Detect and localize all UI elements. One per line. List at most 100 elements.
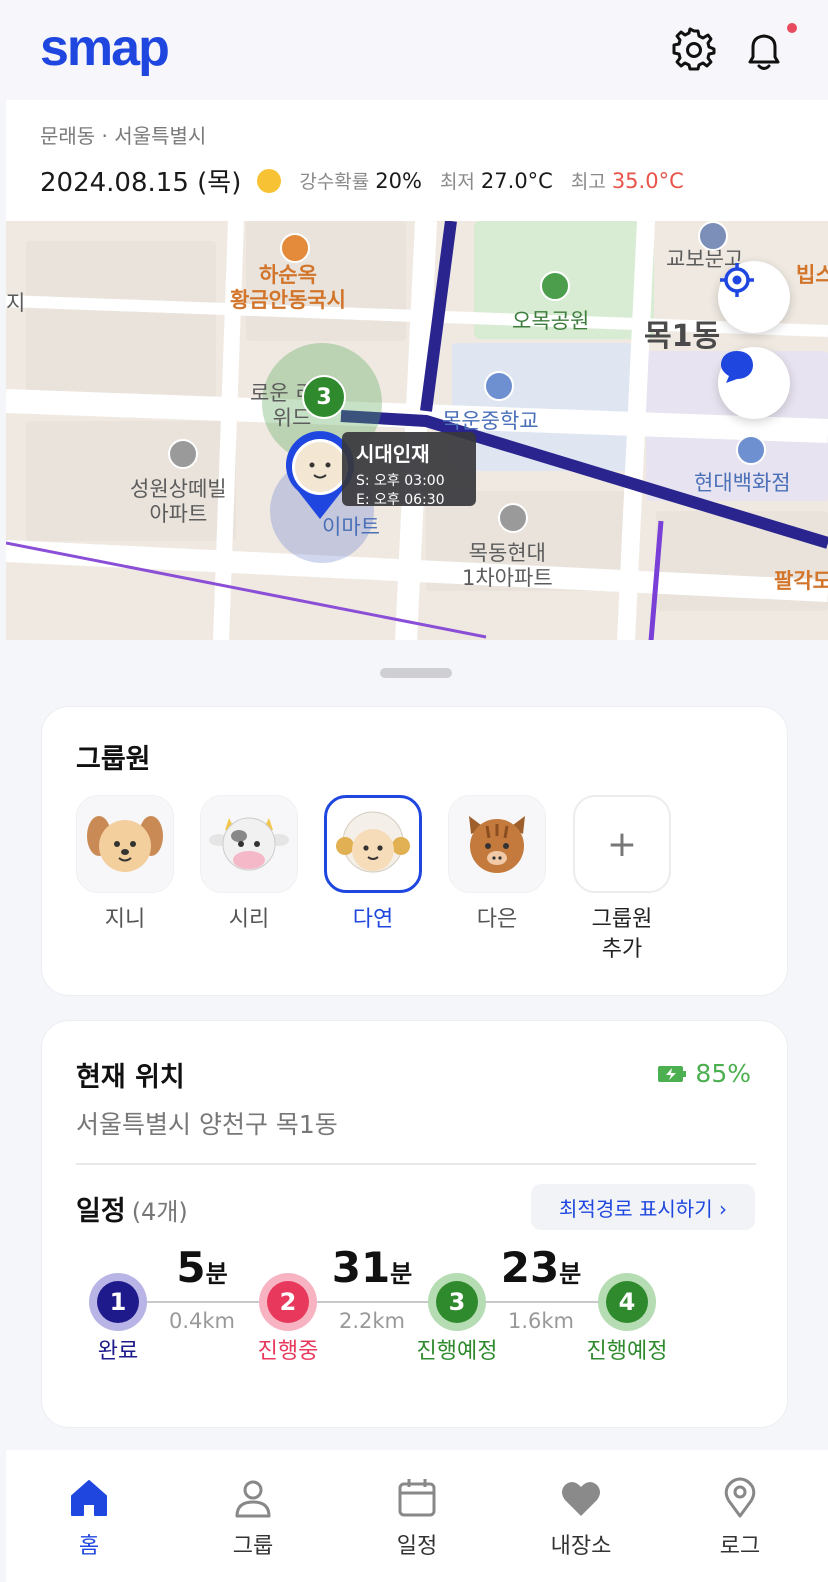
member-item[interactable]: 지니: [76, 795, 174, 935]
plus-icon: +: [606, 823, 638, 865]
segment-duration: 5분: [137, 1247, 267, 1289]
apartment-poi-icon[interactable]: [168, 439, 198, 469]
map-label-school: 목운중학교: [442, 409, 539, 433]
member-avatar: [76, 795, 174, 893]
current-address: 서울특별시 양천구 목1동: [76, 1110, 338, 1139]
map-label-park: 오목공원: [512, 309, 590, 333]
stop-status: 진행예정: [416, 1339, 498, 1364]
segment-unit: 분: [205, 1260, 228, 1288]
heart-icon: [562, 1481, 600, 1516]
nav-item-home[interactable]: 홈: [29, 1476, 149, 1560]
notification-bell-icon[interactable]: [740, 26, 788, 74]
stop-status: 진행중: [257, 1339, 319, 1364]
map-label-department-store: 현대백화점: [694, 471, 791, 495]
map-view[interactable]: 하순옥 황금안동국시 오목공원 목1동 교보문고 빕스 로운 리움 위드 목운중…: [6, 221, 828, 641]
segment-duration: 31분: [307, 1247, 437, 1289]
segment-distance: 2.2km: [338, 1309, 405, 1333]
max-temp-value: 35.0°C: [611, 168, 684, 193]
segment-distance: 0.4km: [168, 1309, 235, 1333]
current-location-title: 현재 위치: [76, 1062, 185, 1093]
chat-button[interactable]: [718, 347, 790, 419]
battery-status: 85%: [657, 1059, 751, 1088]
weather-row: 2024.08.15 (목) 강수확률 20% 최저 27.0°C 최고 35.…: [40, 162, 684, 199]
member-name: 다은: [476, 907, 518, 932]
nav-item-log[interactable]: 로그: [680, 1476, 800, 1560]
member-avatar: [324, 795, 422, 893]
member-name: 지니: [104, 907, 146, 932]
apartment-poi-icon-2[interactable]: [498, 503, 528, 533]
add-member-label: 그룹원 추가: [591, 907, 653, 962]
rain-label: 강수확률: [299, 171, 370, 193]
card-divider: [76, 1163, 756, 1165]
tooltip-end-time: E: 오후 06:30: [356, 492, 445, 508]
app-logo[interactable]: smap: [40, 18, 170, 78]
schedule-stop[interactable]: 2: [259, 1273, 317, 1331]
app-header: smap: [0, 0, 828, 100]
nav-label: 내장소: [550, 1534, 612, 1559]
segment-duration: 23분: [476, 1247, 606, 1289]
member-name: 다연: [352, 907, 394, 932]
sheet-drag-handle[interactable]: [380, 668, 452, 678]
dog-avatar-icon: [87, 816, 163, 872]
map-label-edge: 지: [6, 291, 26, 315]
settings-gear-icon[interactable]: [670, 26, 718, 74]
nav-item-group[interactable]: 그룹: [193, 1476, 313, 1560]
bottom-navigation: 홈 그룹 일정 내장소 로그: [6, 1450, 828, 1582]
schedule-stop[interactable]: 1: [89, 1273, 147, 1331]
battery-icon: [658, 1065, 687, 1082]
schedule-count: (4개): [131, 1198, 188, 1226]
timeline-line: [122, 1301, 632, 1303]
chat-bubble-icon: [721, 351, 753, 383]
sheep-avatar-icon: [336, 811, 410, 873]
member-name: 시리: [228, 907, 270, 932]
member-item[interactable]: 시리: [200, 795, 298, 935]
park-poi-icon[interactable]: [540, 271, 570, 301]
nav-label: 그룹: [232, 1534, 274, 1559]
segment-distance: 1.6km: [507, 1309, 574, 1333]
location-pin-icon: [724, 1477, 756, 1518]
map-label-vips: 빕스: [796, 263, 828, 287]
stop-status: 완료: [97, 1339, 139, 1364]
tooltip-start-time: S: 오후 03:00: [356, 473, 445, 489]
add-member-button[interactable]: + 그룹원 추가: [573, 795, 671, 964]
min-temp-label: 최저: [439, 171, 475, 193]
nav-label: 일정: [396, 1534, 438, 1559]
group-title: 그룹원: [76, 744, 151, 775]
segment-minutes: 5: [176, 1243, 206, 1292]
stop-number: 2: [267, 1281, 309, 1323]
nav-item-my-places[interactable]: 내장소: [521, 1476, 641, 1560]
stop-number: 1: [97, 1281, 139, 1323]
segment-unit: 분: [390, 1260, 413, 1288]
member-avatar: [448, 795, 546, 893]
current-location-button[interactable]: [718, 261, 790, 333]
nav-label: 로그: [719, 1534, 761, 1559]
schedule-title: 일정 (4개): [76, 1189, 188, 1228]
max-temp-label: 최고: [570, 171, 606, 193]
schedule-stop[interactable]: 4: [598, 1273, 656, 1331]
battery-percent: 85%: [695, 1059, 751, 1088]
bookstore-poi-icon[interactable]: [698, 221, 728, 251]
schedule-stop[interactable]: 3: [428, 1273, 486, 1331]
add-member-box: +: [573, 795, 671, 893]
location-cluster-badge[interactable]: 3: [302, 375, 346, 419]
restaurant-poi-icon[interactable]: [280, 233, 310, 263]
school-poi-icon[interactable]: [484, 371, 514, 401]
map-label-district: 목1동: [644, 319, 721, 354]
nav-item-schedule[interactable]: 일정: [357, 1476, 477, 1560]
member-item[interactable]: 다은: [448, 795, 546, 935]
boar-avatar-icon: [469, 816, 525, 873]
crosshair-icon: [720, 263, 754, 297]
shopping-poi-icon[interactable]: [736, 435, 766, 465]
nav-label: 홈: [78, 1534, 100, 1559]
optimal-route-button[interactable]: 최적경로 표시하기 ›: [531, 1184, 755, 1230]
segment-unit: 분: [559, 1260, 582, 1288]
min-temp-value: 27.0°C: [480, 168, 553, 193]
map-canvas: [6, 221, 828, 641]
stop-status: 진행예정: [586, 1339, 668, 1364]
weather-panel: 문래동 · 서울특별시 2024.08.15 (목) 강수확률 20% 최저 2…: [6, 100, 828, 221]
bottom-sheet: 그룹원 지니 시리 다연 다은 + 그룹원 추가 현재 위치 85% 서울특별시…: [6, 640, 828, 1450]
member-schedule-tooltip[interactable]: 시대인재 S: 오후 03:00 E: 오후 06:30: [342, 432, 476, 508]
segment-minutes: 23: [500, 1243, 560, 1292]
person-icon: [235, 1480, 271, 1518]
member-item-selected[interactable]: 다연: [324, 795, 422, 935]
